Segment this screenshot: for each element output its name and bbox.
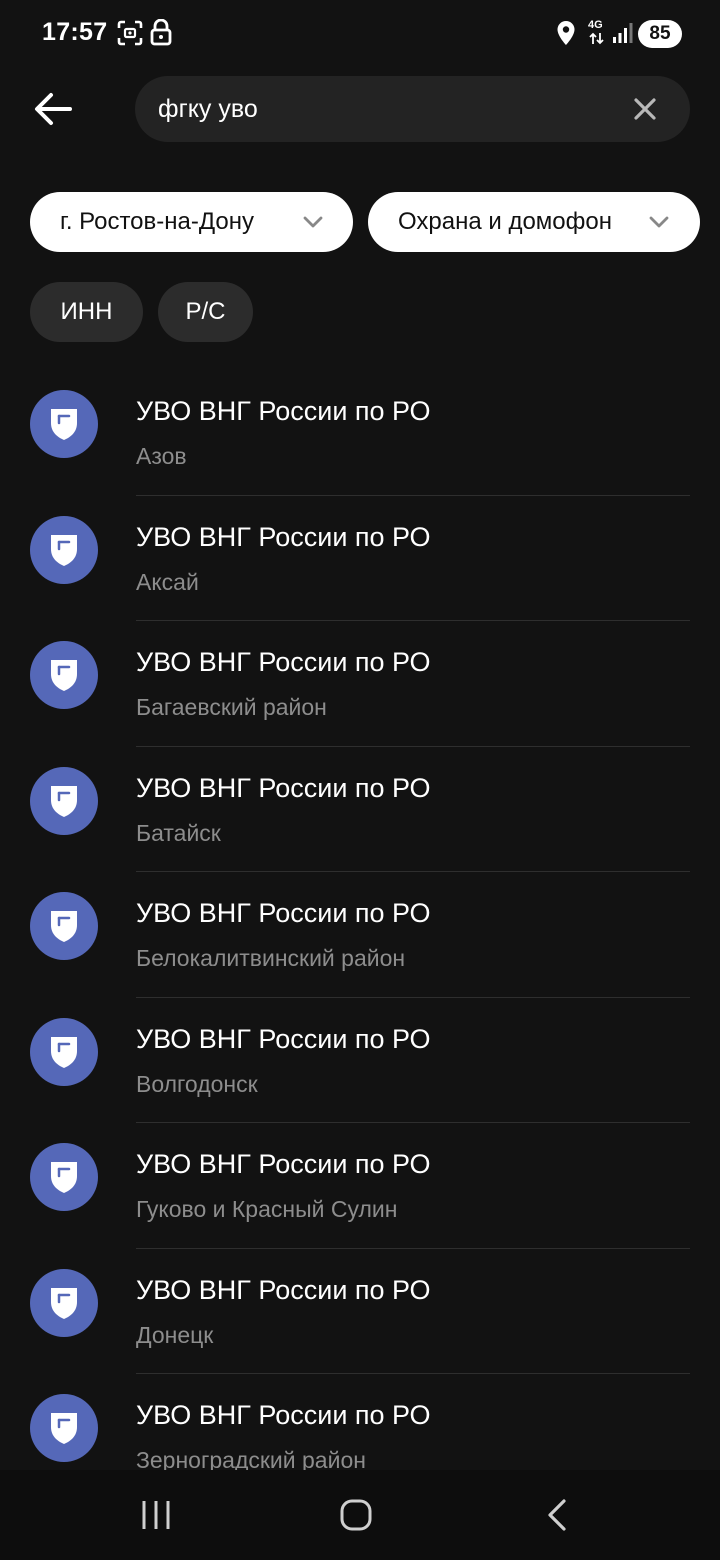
home-icon bbox=[340, 1499, 372, 1531]
data-arrows-icon bbox=[589, 32, 605, 50]
avatar bbox=[30, 766, 98, 835]
list-item-subtitle: Донецк bbox=[136, 1321, 214, 1348]
city-filter-chip[interactable]: г. Ростов-на-Дону bbox=[30, 192, 353, 252]
clear-search-button[interactable] bbox=[632, 96, 658, 122]
avatar bbox=[30, 892, 98, 960]
list-item[interactable]: УВО ВНГ России по РО Багаевский район bbox=[0, 621, 720, 747]
category-filter-label: Охрана и домофон bbox=[398, 208, 612, 235]
list-item-title: УВО ВНГ России по РО bbox=[136, 647, 431, 677]
list-item-title: УВО ВНГ России по РО bbox=[136, 521, 431, 552]
list-item-title: УВО ВНГ России по РО bbox=[136, 396, 431, 426]
list-item-title: УВО ВНГ России по РО bbox=[136, 898, 431, 928]
list-item-title: УВО ВНГ России по РО bbox=[136, 1023, 431, 1054]
screenshot-icon bbox=[117, 20, 143, 51]
shield-icon bbox=[51, 785, 77, 817]
search-input[interactable]: фгку уво bbox=[135, 76, 690, 142]
list-item[interactable]: УВО ВНГ России по РО Волгодонск bbox=[0, 998, 720, 1123]
navigation-bar bbox=[0, 1470, 720, 1560]
status-time: 17:57 bbox=[42, 18, 108, 46]
result-list: УВО ВНГ России по РО Азов УВО ВНГ России… bbox=[0, 370, 720, 1500]
avatar bbox=[30, 1017, 98, 1086]
home-button[interactable] bbox=[339, 1498, 373, 1537]
list-item[interactable]: УВО ВНГ России по РО Белокалитвинский ра… bbox=[0, 872, 720, 998]
status-bar: 17:57 4G 85 bbox=[0, 0, 720, 68]
list-item[interactable]: УВО ВНГ России по РО Батайск bbox=[0, 747, 720, 872]
avatar bbox=[30, 1394, 98, 1462]
shield-icon bbox=[51, 911, 77, 942]
recents-icon bbox=[142, 1501, 170, 1529]
recents-button[interactable] bbox=[140, 1498, 172, 1537]
shield-icon bbox=[51, 1162, 77, 1193]
shield-icon bbox=[51, 534, 77, 566]
shield-icon bbox=[51, 1287, 77, 1319]
list-item-subtitle: Батайск bbox=[136, 819, 221, 846]
shield-icon bbox=[51, 1413, 77, 1444]
list-item[interactable]: УВО ВНГ России по РО Азов bbox=[0, 370, 720, 496]
avatar bbox=[30, 641, 98, 709]
category-filter-chip[interactable]: Охрана и домофон bbox=[368, 192, 700, 252]
shield-icon bbox=[51, 660, 77, 691]
list-item[interactable]: УВО ВНГ России по РО Донецк bbox=[0, 1249, 720, 1374]
search-input-value: фгку уво bbox=[158, 95, 258, 123]
list-item-title: УВО ВНГ России по РО bbox=[136, 1149, 431, 1179]
nav-back-button[interactable] bbox=[544, 1498, 570, 1537]
list-item-subtitle: Гуково и Красный Сулин bbox=[136, 1196, 398, 1222]
back-button[interactable] bbox=[30, 86, 76, 132]
battery-indicator: 85 bbox=[638, 20, 682, 48]
lock-icon bbox=[150, 18, 172, 51]
arrow-left-icon bbox=[35, 93, 72, 125]
list-item-title: УВО ВНГ России по РО bbox=[136, 1400, 431, 1430]
city-filter-label: г. Ростов-на-Дону bbox=[60, 208, 254, 235]
chevron-down-icon bbox=[303, 216, 323, 228]
shield-icon bbox=[51, 409, 77, 440]
list-item-title: УВО ВНГ России по РО bbox=[136, 1274, 431, 1305]
chevron-down-icon bbox=[649, 216, 669, 228]
avatar bbox=[30, 515, 98, 584]
close-icon bbox=[634, 98, 656, 120]
list-item[interactable]: УВО ВНГ России по РО Гуково и Красный Су… bbox=[0, 1123, 720, 1249]
account-tag-chip[interactable]: Р/С bbox=[158, 282, 253, 342]
avatar bbox=[30, 1268, 98, 1337]
back-icon bbox=[548, 1499, 566, 1531]
list-item-subtitle: Волгодонск bbox=[136, 1070, 258, 1097]
network-type-label: 4G bbox=[588, 19, 603, 31]
list-item-subtitle: Азов bbox=[136, 443, 187, 469]
list-item-subtitle: Багаевский район bbox=[136, 694, 327, 720]
list-item-title: УВО ВНГ России по РО bbox=[136, 772, 431, 803]
list-item-subtitle: Аксай bbox=[136, 568, 199, 595]
avatar bbox=[30, 390, 98, 458]
inn-tag-chip[interactable]: ИНН bbox=[30, 282, 143, 342]
location-icon bbox=[556, 20, 576, 51]
list-item-subtitle: Белокалитвинский район bbox=[136, 945, 406, 971]
avatar bbox=[30, 1143, 98, 1211]
shield-icon bbox=[51, 1036, 77, 1068]
signal-icon bbox=[612, 22, 634, 49]
list-item[interactable]: УВО ВНГ России по РО Аксай bbox=[0, 496, 720, 621]
